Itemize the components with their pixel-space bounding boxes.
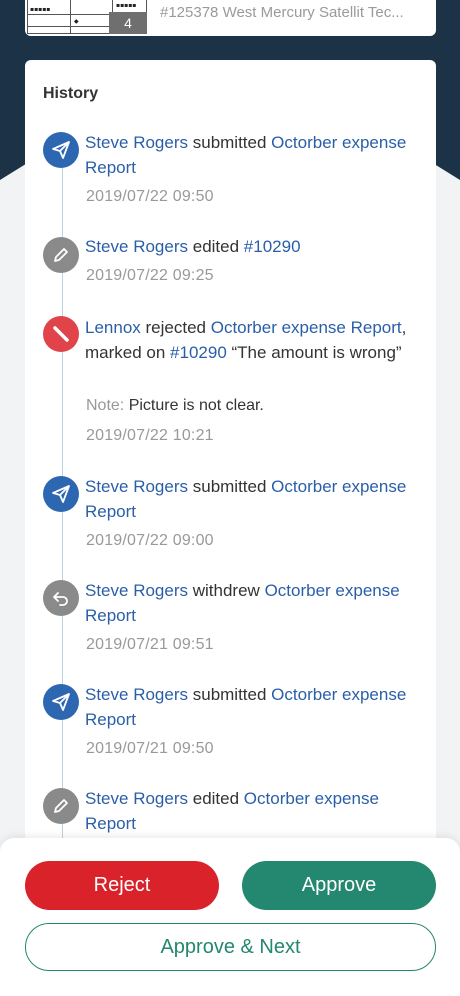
action-text: rejected xyxy=(145,318,206,337)
receipt-card[interactable]: ▪▪▪▪▪ ◆ ▪▪▪▪▪ 4 #125378 West Mercury Sat… xyxy=(25,0,436,36)
actor-link[interactable]: Steve Rogers xyxy=(85,237,188,256)
actor-link[interactable]: Steve Rogers xyxy=(85,477,188,496)
event-time: 2019/07/21 09:50 xyxy=(86,740,214,757)
actor-link[interactable]: Steve Rogers xyxy=(85,581,188,600)
pencil-icon xyxy=(43,788,79,824)
action-text: submitted xyxy=(192,477,267,496)
event-time: 2019/07/22 09:25 xyxy=(86,267,214,284)
reject-button[interactable]: Reject xyxy=(25,861,219,910)
action-text: edited xyxy=(192,789,240,808)
receipt-title[interactable]: #125378 West Mercury Satellit Tec... xyxy=(160,4,404,21)
pencil-icon xyxy=(43,237,79,273)
actor-link[interactable]: Steve Rogers xyxy=(85,685,188,704)
action-text: withdrew xyxy=(192,581,260,600)
page-count-badge: 4 xyxy=(109,12,147,34)
note-text: Picture is not clear. xyxy=(128,397,264,414)
send-icon xyxy=(43,684,79,720)
event-time: 2019/07/22 09:00 xyxy=(86,532,214,549)
marked-link[interactable]: #10290 xyxy=(170,343,227,362)
history-title: History xyxy=(43,85,99,102)
action-bar: Reject Approve Approve & Next xyxy=(0,838,460,996)
action-text: edited xyxy=(192,237,240,256)
history-card: History Steve Rogers submitted Octorber … xyxy=(25,60,436,860)
quote-text: “The amount is wrong” xyxy=(231,343,402,362)
reject-icon xyxy=(43,316,79,352)
action-text: submitted xyxy=(192,685,267,704)
target-link[interactable]: #10290 xyxy=(244,237,301,256)
note: Note: Picture is not clear. xyxy=(86,397,264,415)
send-icon xyxy=(43,476,79,512)
event-time: 2019/07/22 10:21 xyxy=(86,427,214,444)
send-icon xyxy=(43,132,79,168)
note-label: Note: xyxy=(86,397,125,414)
action-text: submitted xyxy=(192,133,267,152)
actor-link[interactable]: Lennox xyxy=(85,318,141,337)
approve-next-button[interactable]: Approve & Next xyxy=(25,923,436,971)
target-link[interactable]: Octorber expense Report xyxy=(211,318,402,337)
actor-link[interactable]: Steve Rogers xyxy=(85,789,188,808)
event-time: 2019/07/21 09:51 xyxy=(86,636,214,653)
actor-link[interactable]: Steve Rogers xyxy=(85,133,188,152)
event-time: 2019/07/22 09:50 xyxy=(86,188,214,205)
approve-button[interactable]: Approve xyxy=(242,861,436,910)
undo-icon xyxy=(43,580,79,616)
